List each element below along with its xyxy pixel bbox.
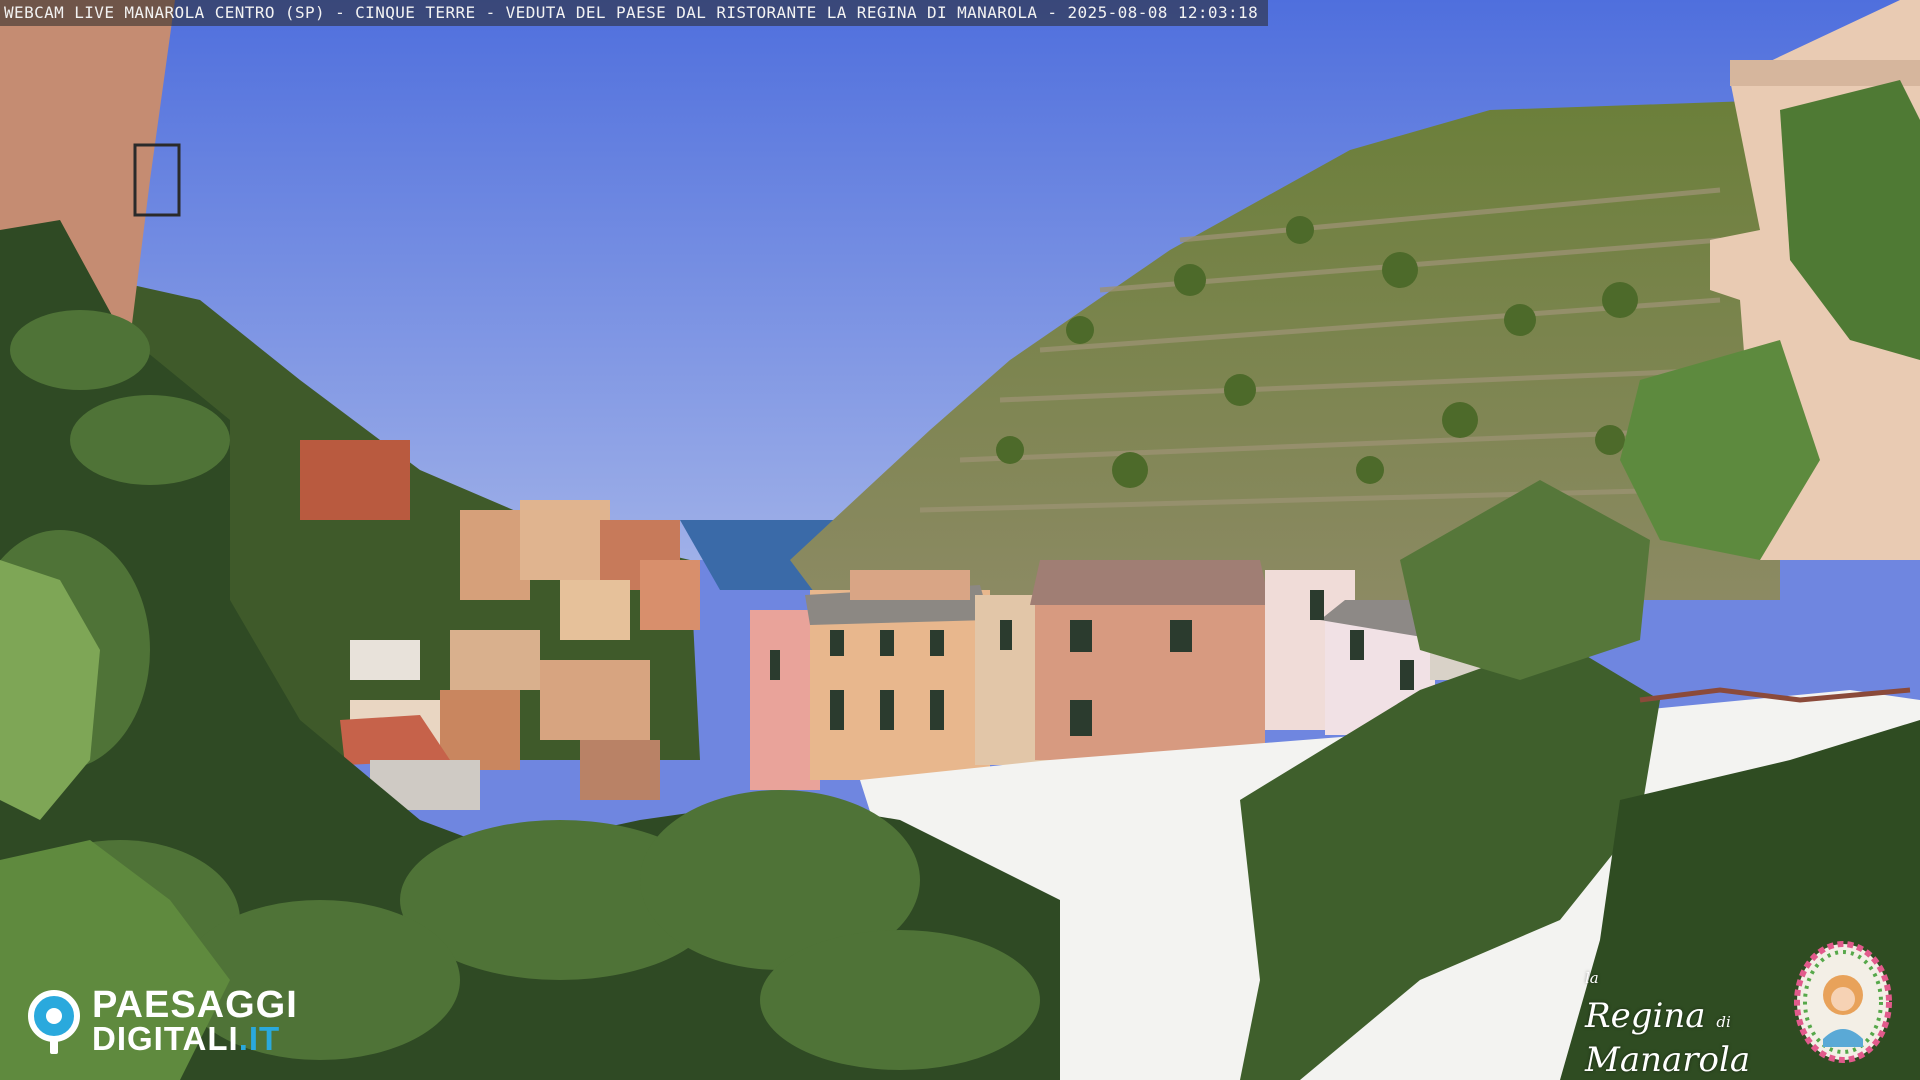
manarola-scene: [0, 0, 1920, 1080]
webcam-frame: WEBCAM LIVE MANAROLA CENTRO (SP) - CINQU…: [0, 0, 1920, 1080]
webcam-caption-text: WEBCAM LIVE MANAROLA CENTRO (SP) - CINQU…: [4, 3, 1259, 22]
paesaggi-digitali-logo: PAESAGGI DIGITALI.IT: [26, 984, 346, 1057]
logo-text-line2: DIGITALI.IT: [92, 1020, 281, 1057]
webcam-caption-bar: WEBCAM LIVE MANAROLA CENTRO (SP) - CINQU…: [0, 0, 1269, 26]
regina-logo-script: la Regina di Manarola: [1585, 969, 1751, 1080]
queen-portrait-seal-icon: [1794, 941, 1892, 1063]
regina-di-manarola-logo: la Regina di Manarola: [1575, 935, 1915, 1079]
eye-icon: [28, 990, 80, 1042]
